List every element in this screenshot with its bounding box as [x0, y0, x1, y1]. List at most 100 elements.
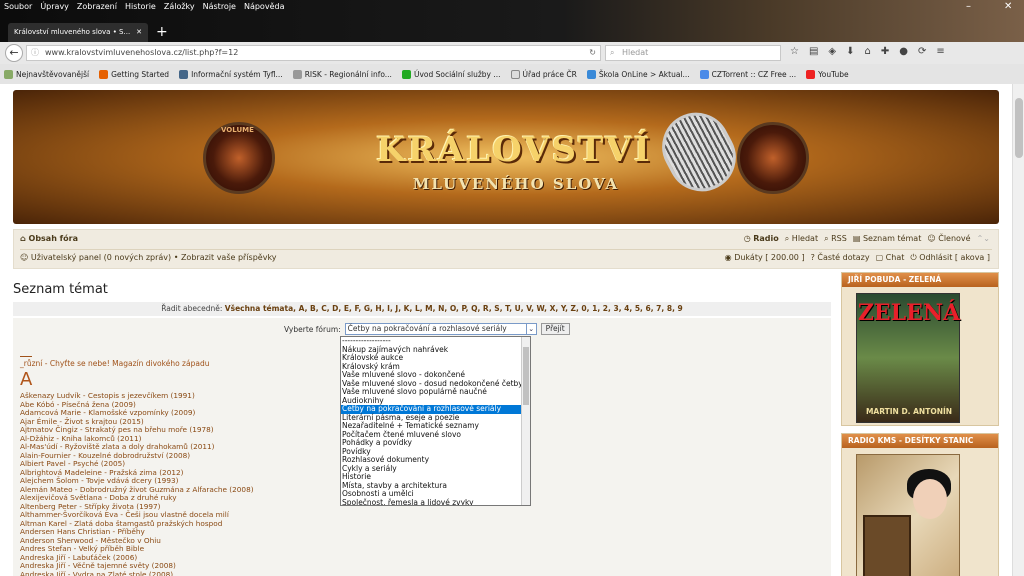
- faq-link[interactable]: ? Časté dotazy: [811, 253, 870, 263]
- speaker-right-icon: [737, 122, 809, 194]
- youtube-icon: [806, 69, 816, 79]
- cover-title: ZELENÁ: [857, 300, 961, 326]
- topic-link[interactable]: Andreska Jiří - Vydra na Zlaté stole (20…: [20, 570, 340, 576]
- toolbar-icons: ☆ ▤ ◈ ⬇ ⌂ ✚ ● ⟳ ≡: [790, 46, 945, 57]
- alphabet-sort-bar: Řadit abecedně: Všechna témata, A, B, C,…: [13, 302, 831, 316]
- rss-label: RSS: [831, 234, 847, 243]
- bookmark-favicon: [292, 69, 302, 79]
- misc-topic-label: _různí - Chyťte se nebe! Magazín divokéh…: [20, 359, 210, 368]
- site-banner[interactable]: VOLUME KRÁLOVSTVÍ MLUVENÉHO SLOVA: [13, 90, 999, 224]
- forum-select[interactable]: Četby na pokračování a rozhlasové seriál…: [344, 323, 537, 335]
- nav-links-right: ◷ Radio ⌕ Hledat ⌕ RSS ▤ Seznam témat ☺ …: [744, 234, 990, 244]
- sort-all-link[interactable]: Všechna témata: [225, 304, 293, 313]
- bookmarks-bar: Nejnavštěvovanější Getting Started Infor…: [0, 64, 1024, 84]
- bookmark-favicon: [510, 69, 520, 79]
- reading-list-icon[interactable]: ▤: [809, 46, 818, 57]
- tab-title: Království mluveného slova • S...: [14, 28, 131, 36]
- user-links: ☺ Uživatelský panel (0 nových zpráv) • Z…: [20, 253, 277, 262]
- radio-link[interactable]: ◷ Radio: [744, 234, 779, 244]
- menu-napoveda[interactable]: Nápověda: [240, 0, 289, 14]
- extension-icon[interactable]: ✚: [881, 46, 889, 57]
- new-tab-button[interactable]: +: [156, 24, 168, 40]
- chat-label: Chat: [885, 253, 905, 262]
- bookmark-item[interactable]: RISK - Regionální info...: [292, 69, 392, 79]
- ducats-label: Dukáty [ 200.00 ]: [734, 253, 805, 262]
- forum-select-label: Vyberte fórum:: [284, 324, 341, 334]
- search-box[interactable]: ⌕ Hledat: [605, 45, 781, 61]
- go-button[interactable]: Přejít: [540, 323, 570, 335]
- tab-strip: Království mluveného slova • S... ✕ +: [8, 22, 168, 42]
- bookmark-item[interactable]: Getting Started: [99, 69, 170, 79]
- page-scrollbar[interactable]: [1012, 84, 1024, 576]
- sync-icon[interactable]: ⟳: [918, 46, 926, 57]
- show-posts-link[interactable]: Zobrazit vaše příspěvky: [181, 253, 277, 262]
- sort-letter-links[interactable]: A, B, C, D, E, F, G, H, I, J, K, L, M, N…: [299, 304, 683, 313]
- audiobook-cover-image[interactable]: ZELENÁ MARTIN D. ANTONÍN: [856, 293, 960, 423]
- url-bar[interactable]: ⓘ www.kralovstvimluvenehoslova.cz/list.p…: [26, 45, 601, 61]
- user-panel-label: Uživatelský panel (0 nových zpráv): [30, 253, 172, 262]
- url-text: www.kralovstvimluvenehoslova.cz/list.php…: [45, 48, 239, 57]
- bookmark-label: RISK - Regionální info...: [304, 69, 392, 79]
- tab-close-icon[interactable]: ✕: [136, 28, 142, 36]
- bookmark-item[interactable]: Úřad práce ČR: [510, 69, 577, 79]
- minimize-button[interactable]: –: [966, 0, 971, 14]
- dropdown-scroll-thumb[interactable]: [523, 347, 529, 405]
- menu-soubor[interactable]: Soubor: [0, 0, 36, 14]
- bookmark-item[interactable]: Nejnavštěvovanější: [4, 69, 90, 79]
- menu-nastroje[interactable]: Nástroje: [199, 0, 240, 14]
- bookmark-label: Škola OnLine > Aktual...: [598, 69, 690, 79]
- menu-zalozky[interactable]: Záložky: [160, 0, 199, 14]
- adblock-icon[interactable]: ●: [899, 46, 908, 57]
- bookmark-favicon: [179, 69, 189, 79]
- bookmark-label: Getting Started: [111, 69, 170, 79]
- forum-index-link[interactable]: ⌂ Obsah fóra: [20, 234, 78, 243]
- close-window-button[interactable]: ✕: [1004, 0, 1012, 14]
- pocket-icon[interactable]: ◈: [828, 46, 836, 57]
- collapse-icon[interactable]: ⌃⌄: [977, 234, 990, 244]
- volume-label: VOLUME: [221, 126, 254, 134]
- browser-chrome: Soubor Úpravy Zobrazení Historie Záložky…: [0, 0, 1024, 84]
- topic-list-link[interactable]: ▤ Seznam témat: [853, 234, 922, 244]
- radio-label: Radio: [753, 234, 779, 243]
- bookmark-item[interactable]: YouTube: [806, 69, 849, 79]
- topic-list: Aškenazy Ludvík - Cestopis s jezevčíkem …: [20, 391, 340, 576]
- scrollbar-thumb[interactable]: [1015, 98, 1023, 158]
- bookmark-item[interactable]: Škola OnLine > Aktual...: [586, 69, 690, 79]
- menu-upravy[interactable]: Úpravy: [36, 0, 73, 14]
- forum-dropdown-list[interactable]: ------------------ Nákup zajímavých nahrá…: [340, 336, 531, 506]
- bookmark-label: YouTube: [818, 69, 849, 79]
- dropdown-scrollbar[interactable]: [521, 337, 530, 505]
- chevron-down-icon[interactable]: ⌄: [525, 324, 536, 334]
- bookmark-label: Informační systém Tyfl...: [191, 69, 283, 79]
- hamburger-menu-icon[interactable]: ≡: [936, 46, 944, 57]
- back-button[interactable]: ←: [5, 44, 23, 62]
- chat-link[interactable]: ▢ Chat: [876, 253, 905, 263]
- ducats-link[interactable]: ◉ Dukáty [ 200.00 ]: [725, 253, 805, 263]
- info-icon[interactable]: ⓘ: [31, 46, 39, 60]
- download-icon[interactable]: ⬇: [846, 46, 854, 57]
- forum-index-label: Obsah fóra: [28, 234, 79, 243]
- topic-list-label: Seznam témat: [862, 234, 922, 243]
- dropdown-option[interactable]: Společnost, řemesla a lidové zvyky: [341, 498, 530, 505]
- home-icon[interactable]: ⌂: [865, 46, 871, 57]
- reload-icon[interactable]: ↻: [589, 46, 596, 60]
- radio-promo-image[interactable]: [856, 454, 960, 576]
- rss-link[interactable]: ⌕ RSS: [824, 234, 847, 244]
- menu-zobrazeni[interactable]: Zobrazení: [73, 0, 121, 14]
- logout-link[interactable]: ⏻ Odhlásit [ akova ]: [910, 253, 990, 263]
- misc-topic-link[interactable]: _různí - Chyťte se nebe! Magazín divokéh…: [20, 356, 210, 368]
- microphone-icon: [650, 100, 748, 204]
- user-panel-link[interactable]: ☺ Uživatelský panel (0 nových zpráv): [20, 253, 171, 262]
- bookmark-item[interactable]: CZTorrent :: CZ Free ...: [699, 69, 796, 79]
- bookmark-star-icon[interactable]: ☆: [790, 46, 799, 57]
- menu-historie[interactable]: Historie: [121, 0, 160, 14]
- active-tab[interactable]: Království mluveného slova • S... ✕: [8, 22, 148, 42]
- members-link[interactable]: ☺ Členové: [927, 234, 970, 244]
- search-link[interactable]: ⌕ Hledat: [785, 234, 818, 244]
- bookmark-label: Úvod Sociální služby ...: [413, 69, 501, 79]
- bookmark-item[interactable]: Informační systém Tyfl...: [179, 69, 283, 79]
- search-placeholder: Hledat: [622, 48, 649, 57]
- bookmark-item[interactable]: Úvod Sociální služby ...: [401, 69, 501, 79]
- members-label: Členové: [938, 234, 971, 243]
- bookmark-label: Nejnavštěvovanější: [16, 69, 90, 79]
